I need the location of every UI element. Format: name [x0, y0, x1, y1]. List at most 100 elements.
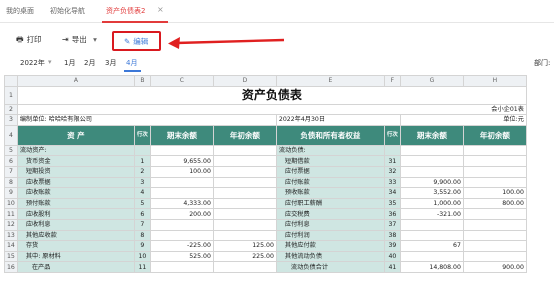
asset-name-cell[interactable]: 应收股利: [16, 208, 135, 220]
liability-end-balance-cell[interactable]: 1,000.00: [399, 197, 464, 210]
column-header[interactable]: F: [383, 75, 401, 87]
asset-begin-balance-cell[interactable]: [212, 144, 277, 157]
header-line-no-2[interactable]: 行次: [383, 124, 401, 146]
year-select[interactable]: 2022年: [20, 58, 45, 68]
row-number[interactable]: 16: [4, 261, 18, 273]
header-liabilities-equity[interactable]: 负债和所有者权益: [275, 124, 385, 146]
asset-begin-balance-cell[interactable]: [212, 165, 277, 178]
row-number[interactable]: 3: [4, 114, 18, 126]
liability-end-balance-cell[interactable]: 67: [399, 240, 464, 252]
asset-line-no-cell[interactable]: 7: [133, 218, 151, 231]
liability-line-no-cell[interactable]: 40: [383, 250, 401, 263]
asset-begin-balance-cell[interactable]: [212, 261, 277, 273]
asset-end-balance-cell[interactable]: [149, 229, 214, 242]
row-number[interactable]: 8: [4, 176, 18, 189]
asset-line-no-cell[interactable]: 2: [133, 165, 151, 178]
liability-end-balance-cell[interactable]: [399, 250, 464, 263]
row-number[interactable]: 15: [4, 250, 18, 263]
asset-begin-balance-cell[interactable]: 125.00: [212, 240, 277, 252]
asset-line-no-cell[interactable]: 6: [133, 208, 151, 220]
liability-name-cell[interactable]: 预收账款: [275, 187, 385, 199]
row-number[interactable]: 13: [4, 229, 18, 242]
column-header[interactable]: B: [133, 75, 151, 87]
row-number[interactable]: 6: [4, 155, 18, 167]
liability-name-cell[interactable]: 应交税费: [275, 208, 385, 220]
liability-end-balance-cell[interactable]: [399, 155, 464, 167]
asset-line-no-cell[interactable]: 8: [133, 229, 151, 242]
tab-init-nav[interactable]: 初始化导航: [50, 6, 85, 16]
liability-end-balance-cell[interactable]: 3,552.00: [399, 187, 464, 199]
liability-end-balance-cell[interactable]: [399, 165, 464, 178]
edit-button[interactable]: ✎ 编辑: [124, 36, 148, 47]
tab-my-desktop[interactable]: 我的桌面: [6, 6, 34, 16]
asset-name-cell[interactable]: 应收利息: [16, 218, 135, 231]
liability-line-no-cell[interactable]: 39: [383, 240, 401, 252]
asset-line-no-cell[interactable]: 10: [133, 250, 151, 263]
asset-name-cell[interactable]: 其中: 原材料: [16, 250, 135, 263]
asset-begin-balance-cell[interactable]: [212, 208, 277, 220]
liability-line-no-cell[interactable]: 36: [383, 208, 401, 220]
liability-end-balance-cell[interactable]: [399, 144, 464, 157]
asset-line-no-cell[interactable]: 1: [133, 155, 151, 167]
row-number[interactable]: 12: [4, 218, 18, 231]
asset-end-balance-cell[interactable]: 100.00: [149, 165, 214, 178]
asset-name-cell[interactable]: 应收账款: [16, 187, 135, 199]
header-asset[interactable]: 资 产: [16, 124, 135, 146]
liability-begin-balance-cell[interactable]: [462, 144, 527, 157]
liability-begin-balance-cell[interactable]: [462, 208, 527, 220]
row-number[interactable]: 2: [4, 103, 18, 116]
corner-cell[interactable]: [4, 75, 18, 87]
asset-end-balance-cell[interactable]: 200.00: [149, 208, 214, 220]
liability-begin-balance-cell[interactable]: [462, 240, 527, 252]
asset-end-balance-cell[interactable]: 9,655.00: [149, 155, 214, 167]
asset-begin-balance-cell[interactable]: [212, 218, 277, 231]
liability-line-no-cell[interactable]: 38: [383, 229, 401, 242]
liability-name-cell[interactable]: 应付利息: [275, 218, 385, 231]
liability-line-no-cell[interactable]: 35: [383, 197, 401, 210]
row-number[interactable]: 14: [4, 240, 18, 252]
asset-name-cell[interactable]: 应收票据: [16, 176, 135, 189]
asset-name-cell[interactable]: 流动资产:: [16, 144, 135, 157]
asset-begin-balance-cell[interactable]: [212, 155, 277, 167]
row-number[interactable]: 1: [4, 85, 18, 105]
liability-end-balance-cell[interactable]: [399, 229, 464, 242]
liability-begin-balance-cell[interactable]: [462, 165, 527, 178]
asset-line-no-cell[interactable]: 9: [133, 240, 151, 252]
liability-begin-balance-cell[interactable]: [462, 250, 527, 263]
column-header[interactable]: G: [399, 75, 464, 87]
asset-begin-balance-cell[interactable]: 225.00: [212, 250, 277, 263]
column-header[interactable]: E: [275, 75, 385, 87]
liability-end-balance-cell[interactable]: [399, 218, 464, 231]
asset-line-no-cell[interactable]: 5: [133, 197, 151, 210]
asset-end-balance-cell[interactable]: -225.00: [149, 240, 214, 252]
asset-line-no-cell[interactable]: 11: [133, 261, 151, 273]
liability-line-no-cell[interactable]: 41: [383, 261, 401, 273]
month-tab-3[interactable]: 3月: [105, 58, 116, 68]
asset-begin-balance-cell[interactable]: [212, 197, 277, 210]
asset-name-cell[interactable]: 短期投资: [16, 165, 135, 178]
sheet-title[interactable]: 资产负债表: [16, 85, 527, 105]
asset-name-cell[interactable]: 在产品: [16, 261, 135, 273]
asset-begin-balance-cell[interactable]: [212, 229, 277, 242]
header-line-no[interactable]: 行次: [133, 124, 151, 146]
liability-begin-balance-cell[interactable]: [462, 176, 527, 189]
liability-end-balance-cell[interactable]: 14,808.00: [399, 261, 464, 273]
liability-begin-balance-cell[interactable]: 800.00: [462, 197, 527, 210]
liability-name-cell[interactable]: 其他应付款: [275, 240, 385, 252]
close-icon[interactable]: ×: [157, 5, 164, 14]
header-end-balance[interactable]: 期末余额: [149, 124, 214, 146]
header-begin-balance[interactable]: 年初余额: [212, 124, 277, 146]
liability-name-cell[interactable]: 应付职工薪酬: [275, 197, 385, 210]
asset-line-no-cell[interactable]: [133, 144, 151, 157]
liability-name-cell[interactable]: 其他流动负债: [275, 250, 385, 263]
asset-name-cell[interactable]: 预付账款: [16, 197, 135, 210]
liability-begin-balance-cell[interactable]: 900.00: [462, 261, 527, 273]
liability-name-cell[interactable]: 流动负债合计: [275, 261, 385, 273]
report-date[interactable]: 2022年4月30日: [275, 114, 401, 126]
asset-end-balance-cell[interactable]: 525.00: [149, 250, 214, 263]
column-header[interactable]: D: [212, 75, 277, 87]
liability-name-cell[interactable]: 短期借款: [275, 155, 385, 167]
liability-end-balance-cell[interactable]: -321.00: [399, 208, 464, 220]
asset-end-balance-cell[interactable]: [149, 144, 214, 157]
column-header[interactable]: C: [149, 75, 214, 87]
